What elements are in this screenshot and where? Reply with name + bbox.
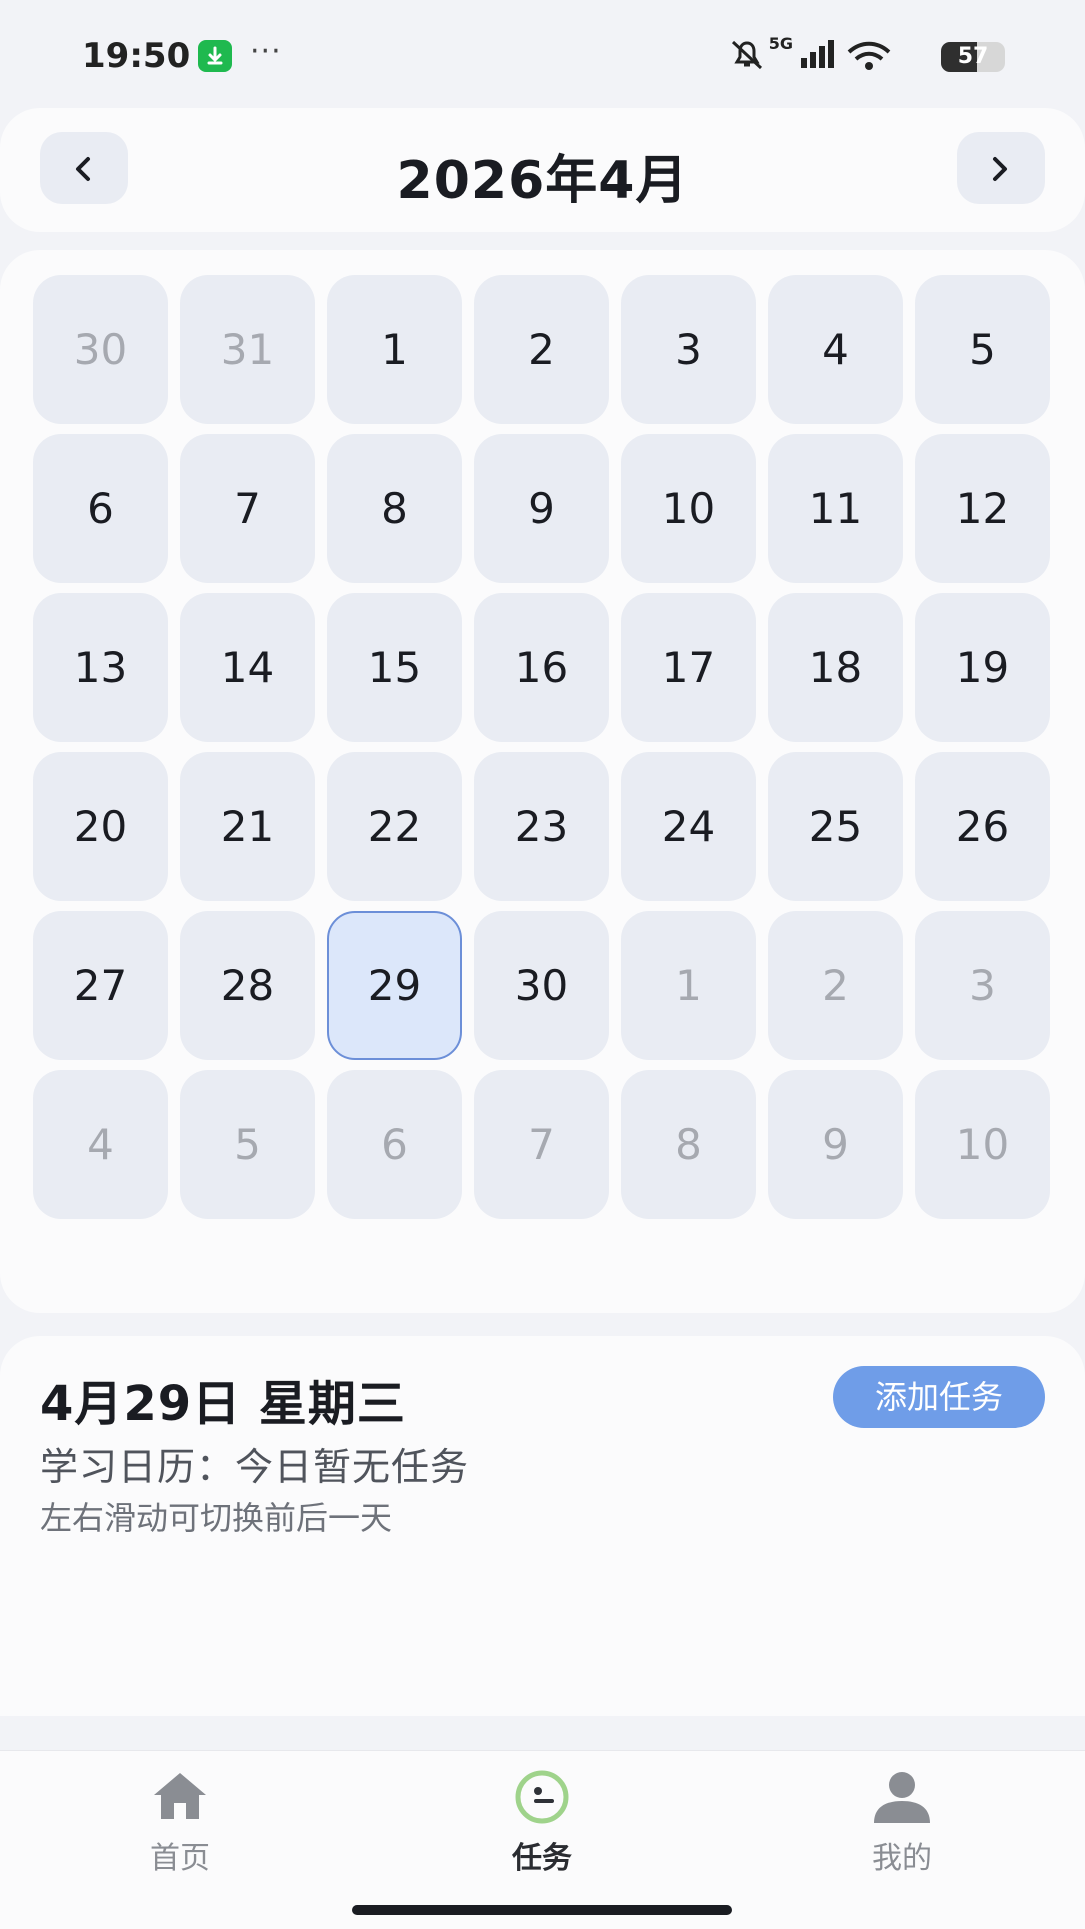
day-cell[interactable]: 26 bbox=[915, 752, 1050, 901]
day-cell[interactable]: 13 bbox=[33, 593, 168, 742]
screen: 19:50 ··· 5G 57 2026年4月 30 31 1 2 3 4 5 … bbox=[0, 0, 1085, 1929]
day-cell[interactable]: 20 bbox=[33, 752, 168, 901]
day-cell[interactable]: 12 bbox=[915, 434, 1050, 583]
day-cell[interactable]: 2 bbox=[768, 911, 903, 1060]
chevron-right-icon bbox=[993, 157, 1007, 181]
tab-home-label: 首页 bbox=[150, 1841, 210, 1876]
home-icon bbox=[154, 1773, 206, 1819]
battery-level: 57 bbox=[957, 44, 989, 69]
home-indicator[interactable] bbox=[352, 1905, 732, 1915]
day-cell[interactable]: 1 bbox=[327, 275, 462, 424]
day-cell[interactable]: 30 bbox=[474, 911, 609, 1060]
day-cell[interactable]: 15 bbox=[327, 593, 462, 742]
swipe-hint-text: 左右滑动可切换前后一天 bbox=[40, 1499, 393, 1537]
day-cell[interactable]: 30 bbox=[33, 275, 168, 424]
day-cell[interactable]: 4 bbox=[768, 275, 903, 424]
battery-indicator: 57 bbox=[941, 42, 1005, 72]
day-cell[interactable]: 25 bbox=[768, 752, 903, 901]
day-cell-selected[interactable]: 29 bbox=[327, 911, 462, 1060]
day-cell[interactable]: 28 bbox=[180, 911, 315, 1060]
day-cell[interactable]: 23 bbox=[474, 752, 609, 901]
next-month-button[interactable] bbox=[957, 132, 1045, 204]
profile-icon bbox=[874, 1772, 930, 1823]
signal-icon bbox=[801, 40, 834, 68]
day-cell[interactable]: 8 bbox=[621, 1070, 756, 1219]
mute-icon bbox=[731, 40, 763, 70]
day-cell[interactable]: 5 bbox=[180, 1070, 315, 1219]
day-cell[interactable]: 8 bbox=[327, 434, 462, 583]
status-bar: 19:50 ··· 5G 57 bbox=[0, 0, 1085, 108]
month-title: 2026年4月 bbox=[396, 151, 689, 211]
day-cell[interactable]: 16 bbox=[474, 593, 609, 742]
day-cell[interactable]: 1 bbox=[621, 911, 756, 1060]
day-cell[interactable]: 21 bbox=[180, 752, 315, 901]
day-cell[interactable]: 10 bbox=[915, 1070, 1050, 1219]
calendar-grid: 一二三四五六日 30311234567891011121314151617181… bbox=[0, 250, 1085, 1313]
status-more-dots: ··· bbox=[250, 34, 282, 69]
day-cell[interactable]: 22 bbox=[327, 752, 462, 901]
add-task-button[interactable]: 添加任务 bbox=[833, 1366, 1045, 1428]
day-cell[interactable]: 18 bbox=[768, 593, 903, 742]
day-cell[interactable]: 27 bbox=[33, 911, 168, 1060]
day-cell[interactable]: 19 bbox=[915, 593, 1050, 742]
day-cell[interactable]: 7 bbox=[474, 1070, 609, 1219]
day-cell[interactable]: 6 bbox=[33, 434, 168, 583]
status-icons: 5G 57 bbox=[731, 34, 1005, 74]
day-cell[interactable]: 6 bbox=[327, 1070, 462, 1219]
day-detail-panel: 4月29日 星期三 添加任务 学习日历：今日暂无任务 左右滑动可切换前后一天 bbox=[0, 1336, 1085, 1716]
month-header: 2026年4月 bbox=[0, 108, 1085, 232]
day-cell[interactable]: 11 bbox=[768, 434, 903, 583]
tab-home[interactable]: 首页 bbox=[90, 1769, 270, 1879]
day-cell[interactable]: 14 bbox=[180, 593, 315, 742]
tab-tasks[interactable]: 任务 bbox=[452, 1769, 632, 1879]
network-label: 5G bbox=[768, 34, 793, 53]
tab-profile-label: 我的 bbox=[872, 1841, 932, 1876]
bottom-nav: 首页 任务 我的 bbox=[0, 1750, 1085, 1929]
day-cell[interactable]: 4 bbox=[33, 1070, 168, 1219]
day-cell[interactable]: 3 bbox=[915, 911, 1050, 1060]
tab-tasks-label: 任务 bbox=[512, 1841, 572, 1876]
tab-profile[interactable]: 我的 bbox=[812, 1769, 992, 1879]
download-icon bbox=[198, 40, 232, 72]
day-cell[interactable]: 9 bbox=[474, 434, 609, 583]
task-status-text: 学习日历：今日暂无任务 bbox=[40, 1445, 470, 1489]
day-cell[interactable]: 17 bbox=[621, 593, 756, 742]
task-icon bbox=[515, 1770, 569, 1824]
day-cell[interactable]: 3 bbox=[621, 275, 756, 424]
day-cell[interactable]: 2 bbox=[474, 275, 609, 424]
day-cell[interactable]: 24 bbox=[621, 752, 756, 901]
status-time: 19:50 bbox=[82, 36, 191, 76]
day-cell[interactable]: 5 bbox=[915, 275, 1050, 424]
day-cell[interactable]: 10 bbox=[621, 434, 756, 583]
selected-date-title: 4月29日 星期三 bbox=[40, 1376, 406, 1432]
day-cell[interactable]: 9 bbox=[768, 1070, 903, 1219]
day-cell[interactable]: 7 bbox=[180, 434, 315, 583]
day-cell[interactable]: 31 bbox=[180, 275, 315, 424]
wifi-icon bbox=[847, 41, 891, 70]
